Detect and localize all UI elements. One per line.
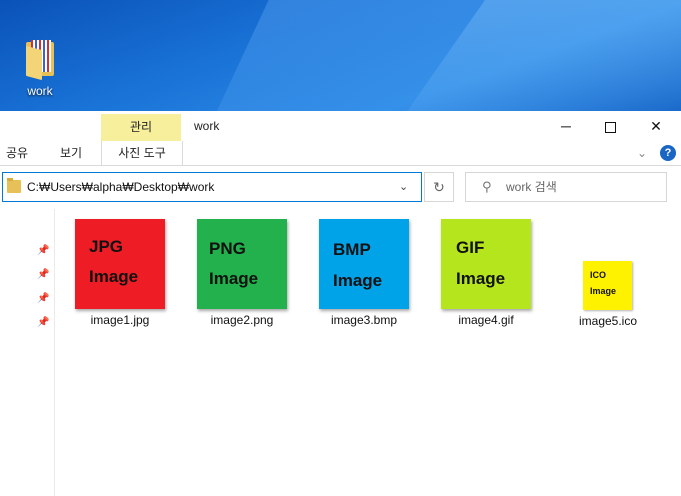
ico-thumbnail: ICO Image xyxy=(583,261,632,310)
chevron-down-icon[interactable]: ⌄ xyxy=(399,173,408,201)
jpg-thumbnail: JPG Image xyxy=(75,219,165,309)
file-name: image5.ico xyxy=(578,314,638,328)
tab-picture-tools[interactable]: 사진 도구 xyxy=(101,141,183,165)
pin-icon[interactable]: 📌 xyxy=(37,269,49,280)
bmp-thumbnail: BMP Image xyxy=(319,219,409,309)
tab-view[interactable]: 보기 xyxy=(60,141,82,165)
pin-icon[interactable]: 📌 xyxy=(37,317,49,328)
thumbnail-text: Image xyxy=(456,269,506,288)
thumbnail-text: Image xyxy=(590,286,617,296)
file-explorer-window: 관리 work ─ ✕ 공유 보기 사진 도구 ⌄ ? C:₩Users₩alp… xyxy=(0,111,681,496)
search-icon: ⚲ xyxy=(482,179,492,194)
ribbon-tabs: 공유 보기 사진 도구 ⌄ ? xyxy=(0,141,681,166)
maximize-button[interactable] xyxy=(587,111,633,141)
tab-share[interactable]: 공유 xyxy=(6,141,28,165)
pin-icon[interactable]: 📌 xyxy=(37,293,49,304)
desktop-folder-work[interactable]: work xyxy=(18,38,62,98)
thumbnail-text: Image xyxy=(333,271,383,290)
window-title: work xyxy=(194,119,220,133)
expand-ribbon-icon[interactable]: ⌄ xyxy=(637,141,647,165)
help-icon[interactable]: ? xyxy=(660,145,676,161)
file-name: image1.jpg xyxy=(90,313,150,327)
search-placeholder: work 검색 xyxy=(506,180,557,194)
close-button[interactable]: ✕ xyxy=(633,111,679,141)
desktop-background: work xyxy=(0,0,681,111)
minimize-button[interactable]: ─ xyxy=(543,111,589,141)
file-list: JPG Image image1.jpg PNG Image image2.pn… xyxy=(55,209,681,496)
tab-manage[interactable]: 관리 xyxy=(101,114,181,141)
folder-icon xyxy=(24,38,56,81)
desktop-folder-label: work xyxy=(27,84,53,98)
maximize-icon xyxy=(604,121,616,133)
address-path[interactable]: C:₩Users₩alpha₩Desktop₩work xyxy=(27,173,214,201)
pin-icon[interactable]: 📌 xyxy=(37,245,49,256)
file-name: image3.bmp xyxy=(330,313,398,327)
gif-thumbnail: GIF Image xyxy=(441,219,531,309)
title-bar[interactable]: 관리 work ─ ✕ xyxy=(0,111,681,141)
navigation-bar: C:₩Users₩alpha₩Desktop₩work ⌄ ↻ ⚲ work 검… xyxy=(0,172,681,204)
folder-icon xyxy=(7,178,21,193)
thumbnail-text: Image xyxy=(209,269,259,288)
address-bar[interactable]: C:₩Users₩alpha₩Desktop₩work ⌄ xyxy=(2,172,422,202)
thumbnail-text: PNG xyxy=(209,239,246,258)
thumbnail-text: BMP xyxy=(333,240,371,259)
thumbnail-text: GIF xyxy=(456,238,485,257)
thumbnail-text: JPG xyxy=(89,237,124,256)
navigation-pane: 📌 📌 📌 📌 xyxy=(0,209,55,496)
search-input[interactable]: ⚲ work 검색 xyxy=(465,172,667,202)
thumbnail-text: Image xyxy=(89,267,139,286)
file-name: image4.gif xyxy=(458,313,514,327)
file-name: image2.png xyxy=(210,313,274,327)
refresh-button[interactable]: ↻ xyxy=(424,172,454,202)
thumbnail-text: ICO xyxy=(590,270,607,280)
png-thumbnail: PNG Image xyxy=(197,219,287,309)
